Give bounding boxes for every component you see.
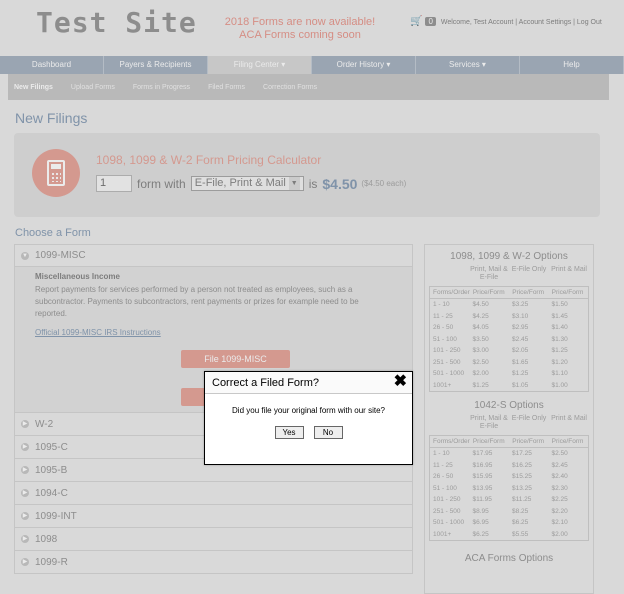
correct-filed-form-dialog: Correct a Filed Form? ✖ Did you file you… — [204, 371, 413, 465]
dialog-message: Did you file your original form with our… — [232, 406, 385, 415]
close-icon[interactable]: ✖ — [394, 373, 407, 391]
page: Test Site 2018 Forms are now available! … — [0, 0, 624, 594]
dialog-title: Correct a Filed Form? — [212, 377, 319, 389]
no-button[interactable]: No — [313, 426, 343, 439]
dialog-buttons: Yes No — [205, 426, 412, 439]
yes-button[interactable]: Yes — [274, 426, 304, 439]
dialog-header: Correct a Filed Form? ✖ — [205, 372, 412, 394]
modal-overlay — [0, 0, 624, 594]
